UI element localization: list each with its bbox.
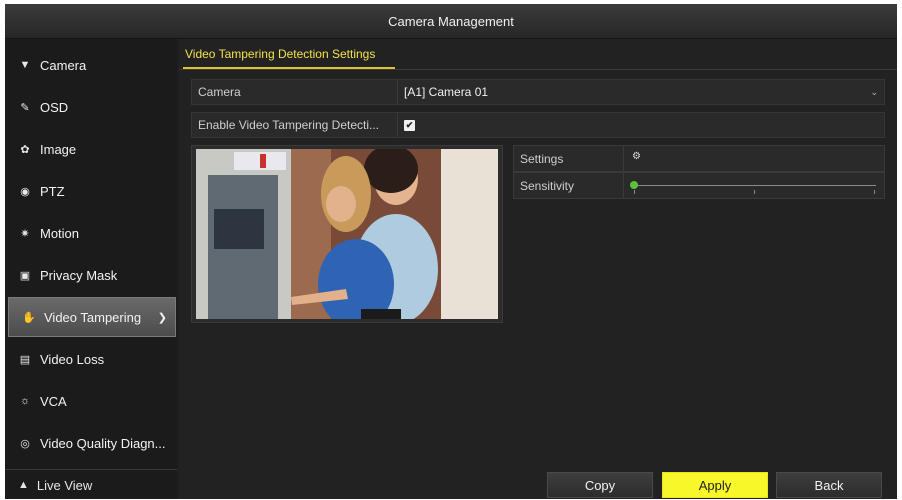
- camera-select[interactable]: [A1] Camera 01 ⌄: [398, 80, 884, 104]
- camera-label: Camera: [192, 80, 398, 104]
- apply-button[interactable]: Apply: [662, 472, 768, 498]
- motion-icon: ✷: [20, 227, 30, 240]
- sensitivity-slider[interactable]: [624, 173, 884, 198]
- vca-icon: ☼: [19, 395, 31, 407]
- home-icon: ▲: [18, 479, 29, 491]
- sidebar-item-camera[interactable]: ▼ Camera: [5, 45, 177, 85]
- sidebar-item-video-tampering[interactable]: ✋ Video Tampering ❯: [8, 297, 176, 337]
- chevron-down-icon: ⌄: [870, 86, 878, 97]
- settings-row: Settings ⚙: [513, 145, 885, 172]
- video-preview[interactable]: [191, 145, 503, 323]
- enable-label: Enable Video Tampering Detecti...: [192, 113, 398, 137]
- copy-button[interactable]: Copy: [547, 472, 653, 498]
- sidebar-item-label: Image: [40, 141, 77, 157]
- slider-track: [634, 185, 876, 186]
- enable-value-cell: ✔: [398, 113, 884, 137]
- enable-row: Enable Video Tampering Detecti... ✔: [191, 112, 885, 138]
- camera-row: Camera [A1] Camera 01 ⌄: [191, 79, 885, 105]
- sidebar-item-label: OSD: [40, 99, 69, 115]
- sidebar-item-ptz[interactable]: ◉ PTZ: [5, 171, 177, 211]
- slider-tick: [634, 190, 635, 194]
- sidebar-item-label: Camera: [40, 57, 87, 73]
- ptz-icon: ◉: [20, 185, 30, 198]
- osd-icon: ✎: [20, 101, 30, 114]
- settings-value: ⚙: [624, 146, 884, 171]
- sidebar-item-video-loss[interactable]: ▤ Video Loss: [5, 339, 177, 379]
- sidebar-item-motion[interactable]: ✷ Motion: [5, 213, 177, 253]
- sensitivity-label: Sensitivity: [514, 173, 624, 198]
- sidebar-item-privacy-mask[interactable]: ▣ Privacy Mask: [5, 255, 177, 295]
- slider-knob[interactable]: [630, 181, 638, 189]
- sidebar-item-label: PTZ: [40, 183, 65, 199]
- camera-select-value: [A1] Camera 01: [404, 85, 489, 99]
- sidebar-item-osd[interactable]: ✎ OSD: [5, 87, 177, 127]
- chevron-right-icon: ❯: [157, 311, 167, 324]
- privacy-mask-icon: ▣: [19, 269, 31, 282]
- sidebar-item-label: Video Loss: [40, 351, 105, 367]
- video-loss-icon: ▤: [19, 353, 31, 366]
- slider-tick: [754, 190, 755, 194]
- sidebar-item-vca[interactable]: ☼ VCA: [5, 381, 177, 421]
- enable-checkbox[interactable]: ✔: [404, 119, 415, 131]
- sidebar-item-label: Video Quality Diagn...: [40, 435, 166, 451]
- sidebar-item-image[interactable]: ✿ Image: [5, 129, 177, 169]
- sidebar-item-label: Privacy Mask: [40, 267, 118, 283]
- camera-management-window: Camera Management ▼ Camera ✎ OSD ✿ Image…: [5, 4, 897, 499]
- video-quality-icon: ◎: [20, 437, 30, 450]
- live-view-label: Live View: [36, 477, 93, 493]
- sidebar: ▼ Camera ✎ OSD ✿ Image ◉ PTZ ✷ Motion ▣ …: [5, 39, 177, 499]
- back-button[interactable]: Back: [776, 472, 882, 498]
- tab-video-tampering-settings[interactable]: Video Tampering Detection Settings: [183, 47, 377, 67]
- gear-icon[interactable]: ⚙: [632, 151, 641, 162]
- video-tampering-icon: ✋: [22, 311, 36, 324]
- camera-icon: ▼: [19, 59, 31, 71]
- main-panel: Video Tampering Detection Settings Camer…: [179, 39, 897, 499]
- video-frame-image: [196, 149, 498, 319]
- slider-tick: [874, 190, 875, 194]
- tab-divider: [179, 69, 897, 70]
- sidebar-item-label: Video Tampering: [44, 309, 142, 325]
- sidebar-item-label: VCA: [40, 393, 67, 409]
- live-view-button[interactable]: ▲ Live View: [5, 469, 177, 500]
- image-icon: ✿: [20, 143, 30, 156]
- settings-label: Settings: [514, 146, 624, 171]
- sidebar-item-label: Motion: [40, 225, 80, 241]
- window-title: Camera Management: [5, 4, 897, 39]
- sensitivity-row: Sensitivity: [513, 172, 885, 199]
- sidebar-item-video-quality[interactable]: ◎ Video Quality Diagn...: [5, 423, 177, 463]
